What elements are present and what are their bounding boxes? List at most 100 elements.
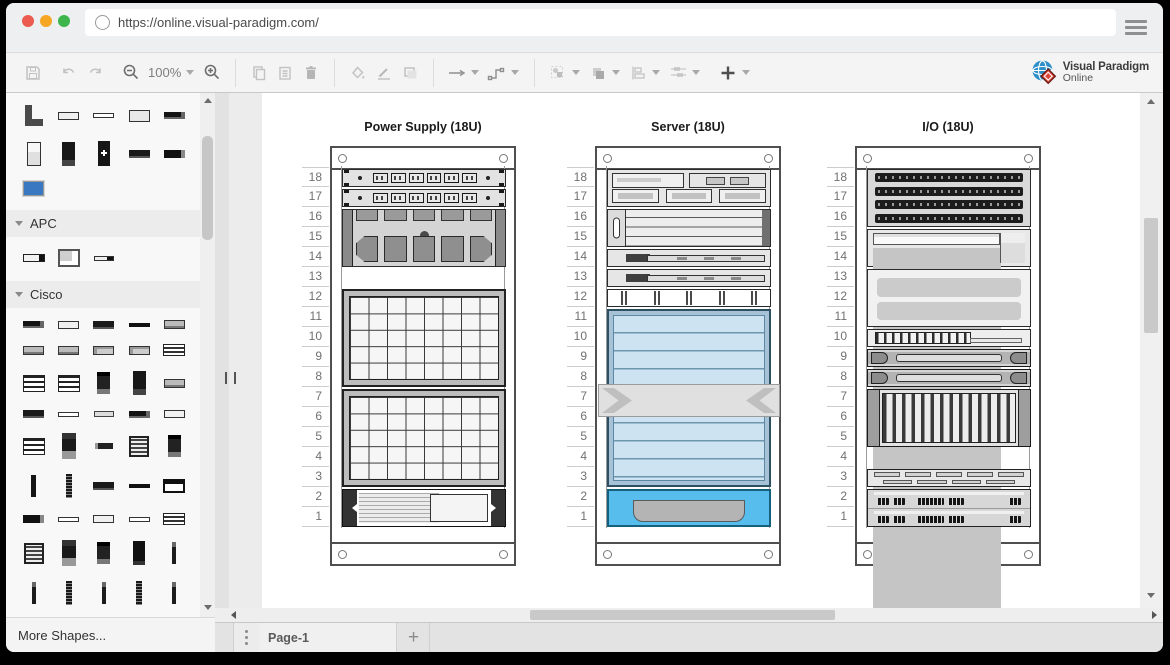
canvas-vscrollbar-thumb[interactable]: [1144, 218, 1158, 333]
canvas-horizontal-scrollbar[interactable]: [215, 608, 1163, 622]
sidebar-scroll-down-icon[interactable]: [204, 605, 212, 610]
selection-caret-icon[interactable]: [572, 70, 580, 75]
canvas-scroll-right-icon[interactable]: [1152, 611, 1157, 619]
canvas-scroll-down-icon[interactable]: [1147, 593, 1155, 598]
palette-shape-box[interactable]: [129, 110, 150, 122]
palette-shape-ups-sm[interactable]: [23, 254, 45, 262]
ups2-device[interactable]: [342, 489, 506, 527]
batgrid-device[interactable]: [342, 289, 506, 387]
palette-shape-hdark2[interactable]: [93, 321, 114, 329]
browser-menu-icon[interactable]: [1125, 20, 1147, 36]
zoom-out-button[interactable]: [118, 60, 144, 86]
delete-button[interactable]: [298, 60, 324, 86]
insert-shape-button[interactable]: [715, 60, 741, 86]
palette-shape-towerdark2[interactable]: [97, 372, 110, 394]
align-caret-icon[interactable]: [652, 70, 660, 75]
palette-shape-hdark[interactable]: [164, 112, 185, 119]
palette-shape-hdark[interactable]: [23, 321, 44, 328]
ups3-device[interactable]: [342, 209, 506, 267]
palette-shape-vdot[interactable]: [66, 474, 72, 498]
patch3-device[interactable]: [867, 169, 1031, 227]
page-list-menu-button[interactable]: [233, 623, 260, 652]
rack-title[interactable]: Power Supply (18U): [300, 120, 546, 134]
address-bar[interactable]: https://online.visual-paradigm.com/: [85, 9, 1116, 36]
palette-shape-vdot[interactable]: [136, 581, 142, 605]
save-button[interactable]: [20, 60, 46, 86]
slotpanel-device[interactable]: [867, 469, 1031, 487]
palette-shape-hbar[interactable]: [93, 515, 114, 523]
palette-shape-hgray3[interactable]: [94, 411, 114, 417]
align-button[interactable]: [625, 60, 651, 86]
rack-frame[interactable]: [855, 146, 1041, 566]
fill-color-button[interactable]: [345, 60, 371, 86]
sidebar-scroll-up-icon[interactable]: [204, 98, 212, 103]
palette-shape-towerplus[interactable]: [98, 141, 110, 166]
palette-shape-tower[interactable]: [27, 142, 41, 166]
add-page-button[interactable]: +: [398, 623, 430, 652]
order-button[interactable]: [585, 60, 611, 86]
maximize-window-button[interactable]: [58, 15, 70, 27]
palette-shape-hsmall[interactable]: [95, 443, 113, 449]
pdu-device[interactable]: [342, 169, 506, 187]
console2-device[interactable]: [867, 229, 1031, 267]
canvas-vertical-scrollbar[interactable]: [1140, 93, 1163, 608]
palette-shape-towerdark[interactable]: [62, 142, 75, 166]
palette-shape-hstripe2[interactable]: [23, 438, 45, 455]
order-caret-icon[interactable]: [612, 70, 620, 75]
srv2a-device[interactable]: [607, 169, 771, 207]
zoom-level-caret-icon[interactable]: [186, 70, 194, 75]
palette-shape-ups-md[interactable]: [58, 249, 80, 267]
palette-shape-vthin[interactable]: [172, 582, 176, 604]
line-color-button[interactable]: [371, 60, 397, 86]
palette-shape-hgray[interactable]: [23, 346, 44, 355]
palette-shape-angle[interactable]: [25, 105, 43, 126]
palette-shape-hstripe2[interactable]: [58, 375, 80, 392]
splitter-grip-icon[interactable]: [225, 372, 236, 384]
redo-button[interactable]: [82, 60, 108, 86]
palette-shape-hgray[interactable]: [164, 379, 185, 388]
arrow-style-button[interactable]: [444, 60, 470, 86]
palette-shape-vthin[interactable]: [32, 582, 36, 604]
palette-shape-vdot[interactable]: [66, 581, 72, 605]
palette-shape-towerdark2[interactable]: [168, 435, 181, 457]
site-info-icon[interactable]: [95, 15, 110, 30]
diagram-canvas[interactable]: Power Supply (18U)1817161514131211109876…: [262, 93, 1140, 608]
minimize-window-button[interactable]: [40, 15, 52, 27]
palette-shape-blue[interactable]: [23, 181, 44, 196]
connector-style-button[interactable]: [484, 60, 510, 86]
palette-shape-hgray2[interactable]: [93, 346, 114, 355]
palette-shape-ups-thin[interactable]: [94, 256, 114, 261]
palette-shape-vthin[interactable]: [172, 542, 176, 564]
palette-shape-hbar[interactable]: [164, 410, 185, 418]
selection-button[interactable]: [545, 60, 571, 86]
more-shapes-button[interactable]: More Shapes...: [6, 617, 215, 652]
palette-shape-hgray[interactable]: [164, 320, 185, 329]
palette-section-header-apc[interactable]: APC: [6, 210, 200, 237]
palette-shape-hstripe[interactable]: [163, 513, 185, 525]
sidebar-scrollbar-thumb[interactable]: [202, 136, 213, 240]
distribute-caret-icon[interactable]: [692, 70, 700, 75]
chassisbase-device[interactable]: [607, 489, 771, 527]
vent3-device[interactable]: [867, 269, 1031, 327]
palette-shape-hgray[interactable]: [58, 346, 79, 355]
insert-shape-caret-icon[interactable]: [742, 70, 750, 75]
srv1-device[interactable]: [607, 249, 771, 267]
palette-shape-hthin[interactable]: [93, 113, 114, 118]
copy-button[interactable]: [246, 60, 272, 86]
palette-shape-towerdark3[interactable]: [62, 433, 76, 459]
batgrid-device[interactable]: [342, 389, 506, 487]
handle1-device[interactable]: [867, 349, 1031, 367]
palette-section-header-cisco[interactable]: Cisco: [6, 281, 200, 308]
slat1-device[interactable]: [867, 329, 1031, 347]
connector-style-caret-icon[interactable]: [511, 70, 519, 75]
paste-button[interactable]: [272, 60, 298, 86]
palette-shape-hdark3[interactable]: [164, 150, 185, 158]
shape-style-button[interactable]: [397, 60, 423, 86]
palette-shape-hthin-d[interactable]: [129, 323, 150, 327]
palette-shape-towerdark3[interactable]: [62, 540, 76, 566]
rack-title[interactable]: Server (18U): [565, 120, 811, 134]
palette-shape-hbar[interactable]: [58, 112, 79, 120]
close-window-button[interactable]: [22, 15, 34, 27]
palette-shape-vbar[interactable]: [31, 475, 36, 497]
undo-button[interactable]: [56, 60, 82, 86]
